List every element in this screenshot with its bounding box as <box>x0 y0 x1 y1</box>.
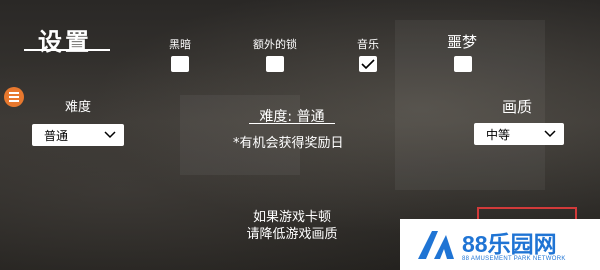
settings-screen: 设置 黑暗 额外的锁 音乐 噩梦 难度 普通 画质 中等 难度: 普通 *有机会… <box>0 0 600 270</box>
nightmare-checkbox[interactable] <box>454 56 472 72</box>
watermark-subtitle: 88 AMUSEMENT PARK NETWORK <box>462 256 566 262</box>
option-label-extra-lock: 额外的锁 <box>253 38 297 51</box>
watermark-brand: 88乐园网 <box>462 231 557 257</box>
performance-hint-line-2: 请降低游戏画质 <box>246 227 338 242</box>
performance-hint-line-1: 如果游戏卡顿 <box>252 210 331 225</box>
extra-lock-checkbox[interactable] <box>266 56 284 72</box>
music-checkbox[interactable] <box>359 56 377 72</box>
option-label-nightmare: 噩梦 <box>446 33 477 51</box>
option-label-music: 音乐 <box>357 38 379 51</box>
menu-icon <box>9 92 19 94</box>
quality-select[interactable]: 中等 <box>474 123 564 145</box>
quality-label: 画质 <box>502 98 533 116</box>
watermark: 88乐园网 88 AMUSEMENT PARK NETWORK <box>400 219 600 270</box>
chevron-down-icon <box>104 131 116 139</box>
title-underline <box>24 49 110 51</box>
menu-button[interactable] <box>4 87 24 107</box>
difficulty-summary-underline <box>249 123 335 124</box>
brand-logo-icon <box>418 231 454 259</box>
page-title: 设置 <box>38 28 92 56</box>
performance-hint: 如果游戏卡顿 请降低游戏画质 <box>232 209 352 243</box>
option-label-dark: 黑暗 <box>169 38 191 51</box>
checkmark-icon <box>361 59 375 70</box>
difficulty-select-value: 普通 <box>44 128 69 143</box>
quality-select-value: 中等 <box>486 127 511 142</box>
difficulty-label: 难度 <box>65 100 92 115</box>
difficulty-select[interactable]: 普通 <box>32 124 124 146</box>
chevron-down-icon <box>544 130 556 138</box>
reward-note: *有机会获得奖励日 <box>233 136 344 151</box>
dark-checkbox[interactable] <box>171 56 189 72</box>
